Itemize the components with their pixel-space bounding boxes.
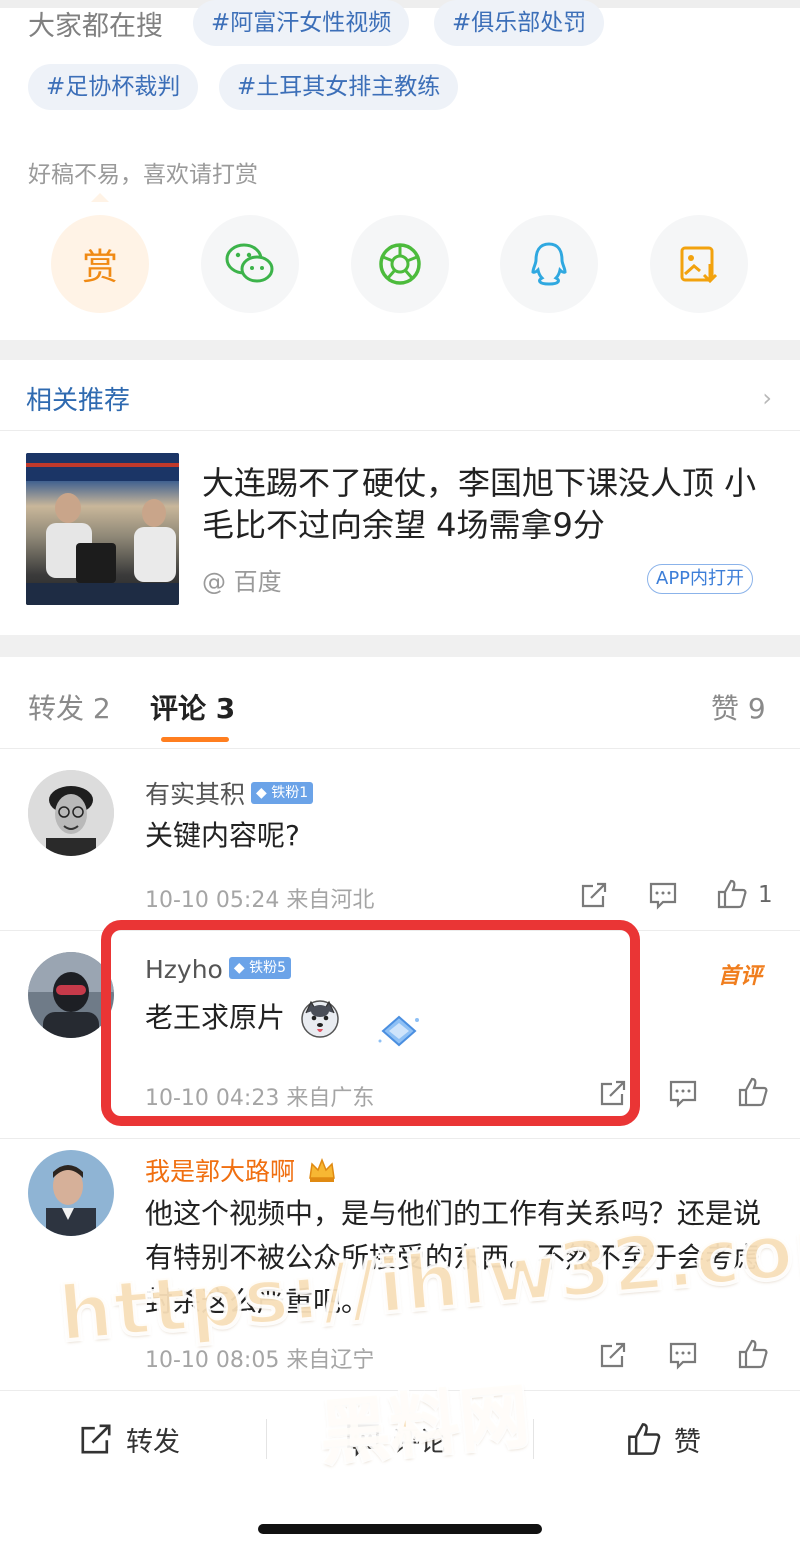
watermark-text: 黑料网 (314, 1373, 534, 1477)
tab-like[interactable]: 赞 9 (711, 687, 766, 727)
hot-tag-turkey-coach[interactable]: #土耳其女排主教练 (219, 64, 459, 110)
thumbs-up-icon[interactable] (716, 878, 748, 910)
avatar-image (28, 770, 114, 856)
interaction-tabs: 转发 2 评论 3 赞 9 (0, 657, 800, 749)
highlight-box (101, 920, 640, 1126)
hot-search-section: 大家都在搜 #阿富汗女性视频 #俱乐部处罚 #足协杯裁判 #土耳其女排主教练 好… (0, 0, 800, 340)
home-indicator (258, 1524, 542, 1534)
repost-button[interactable]: 转发 (78, 1419, 180, 1459)
chevron-right-icon[interactable]: › (762, 384, 772, 412)
thumbs-up-icon[interactable] (737, 1076, 769, 1108)
related-headline[interactable]: 大连踢不了硬仗，李国旭下课没人顶 小毛比不过向余望 4场需拿9分 (202, 462, 772, 546)
comment-author[interactable]: 我是郭大路啊 (145, 1152, 337, 1188)
comment-icon[interactable] (668, 1340, 698, 1370)
like-label: 赞 (674, 1426, 701, 1458)
crown-icon (309, 1157, 335, 1182)
comment-text: 关键内容呢? (145, 819, 300, 852)
related-source: @ 百度 (202, 568, 282, 596)
section-gap (0, 340, 800, 360)
comment-item: 有实其积 ◆ 铁粉1 关键内容呢? 10-10 05:24 来自河北 1 (0, 750, 800, 930)
hot-tag-afghan[interactable]: #阿富汗女性视频 (193, 0, 410, 46)
fan-badge: ◆ 铁粉1 (251, 782, 314, 804)
divider (266, 1419, 267, 1459)
share-icon (81, 1424, 111, 1454)
hot-tag-club-penalty[interactable]: #俱乐部处罚 (434, 0, 605, 46)
section-gap (0, 635, 800, 657)
tab-comment[interactable]: 评论 3 (150, 687, 235, 727)
wechat-icon (225, 243, 274, 283)
tab-active-indicator (161, 737, 229, 742)
author-name[interactable]: 我是郭大路啊 (145, 1157, 295, 1186)
fan-badge-label: 铁粉1 (271, 785, 309, 801)
avatar[interactable] (28, 1150, 114, 1236)
reward-button[interactable]: 赏 (51, 215, 149, 313)
comment-meta: 10-10 05:24 来自河北 (145, 888, 375, 913)
like-count: 1 (758, 882, 773, 908)
save-image-icon (680, 246, 718, 284)
reward-label: 赏 (81, 247, 118, 288)
related-thumbnail[interactable] (26, 453, 179, 605)
tab-repost[interactable]: 转发 2 (28, 687, 111, 727)
avatar-image (28, 1150, 114, 1236)
qq-icon (531, 242, 567, 286)
open-in-app-button[interactable]: APP内打开 (647, 564, 754, 594)
share-moments-button[interactable] (351, 215, 449, 313)
share-qq-button[interactable] (500, 215, 598, 313)
save-image-button[interactable] (650, 215, 748, 313)
thumbnail-image (26, 453, 179, 605)
share-wechat-button[interactable] (201, 215, 299, 313)
reward-tip-arrow (91, 193, 109, 202)
like-button[interactable]: 赞 (626, 1419, 701, 1459)
comment-icon[interactable] (668, 1078, 698, 1108)
related-section: 相关推荐 › 大连踢不了硬仗，李国旭下课没人顶 小毛比不过向余望 4场需拿9分 … (0, 360, 800, 635)
divider (0, 430, 800, 431)
avatar[interactable] (28, 770, 114, 856)
reward-tip: 好稿不易，喜欢请打赏 (28, 162, 258, 188)
share-icon[interactable] (579, 880, 609, 910)
comment-icon[interactable] (648, 880, 678, 910)
hot-search-label: 大家都在搜 (28, 11, 163, 42)
hot-tag-fa-cup-referee[interactable]: #足协杯裁判 (28, 64, 199, 110)
thumbs-up-icon[interactable] (737, 1338, 769, 1370)
thumbs-up-icon (628, 1423, 661, 1455)
divider (533, 1419, 534, 1459)
first-comment-tag: 首评 (718, 964, 763, 989)
moments-icon (379, 243, 421, 285)
related-title: 相关推荐 (26, 386, 131, 416)
author-name[interactable]: 有实其积 (145, 780, 245, 809)
repost-label: 转发 (126, 1426, 180, 1458)
share-icon[interactable] (598, 1340, 628, 1370)
comment-author[interactable]: 有实其积 ◆ 铁粉1 (145, 775, 314, 811)
